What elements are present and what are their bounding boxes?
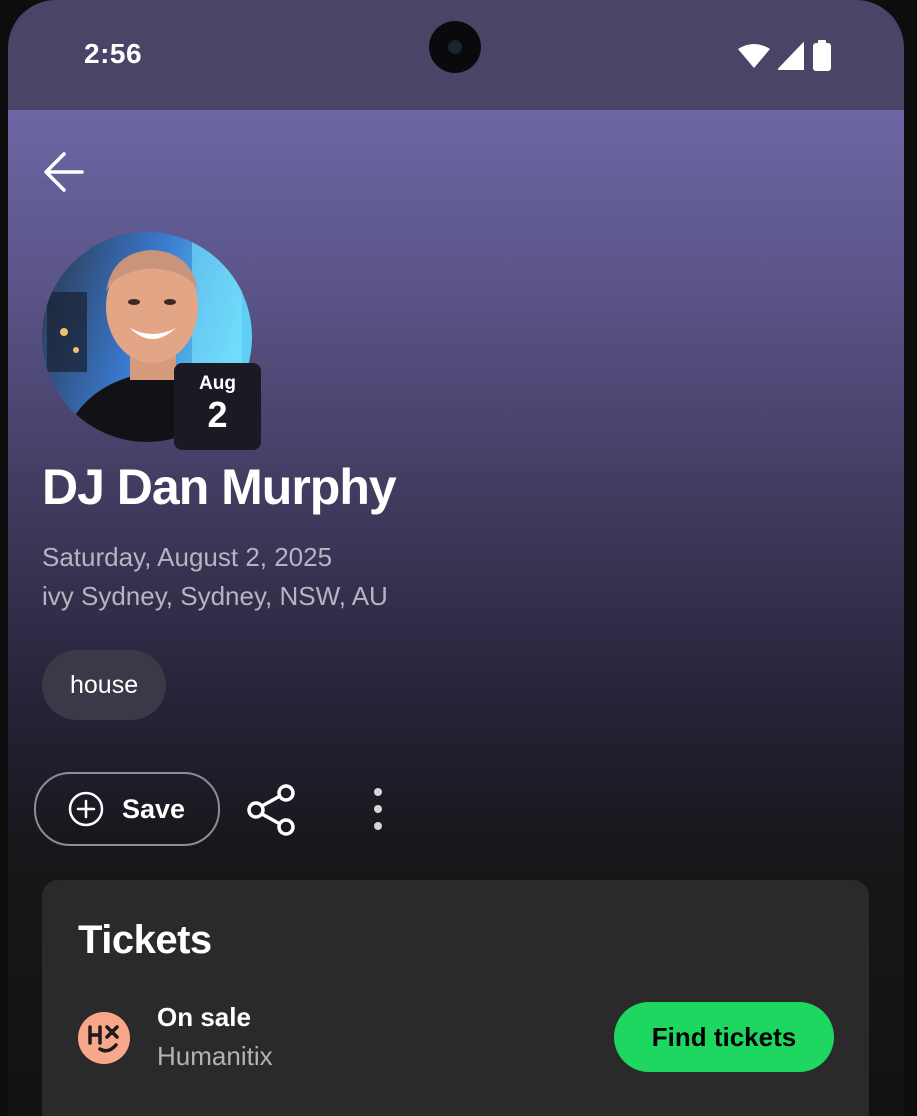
front-camera bbox=[429, 21, 481, 73]
date-badge-month: Aug bbox=[199, 373, 236, 394]
status-icons bbox=[738, 40, 832, 72]
wifi-icon bbox=[738, 44, 770, 68]
humanitix-logo bbox=[78, 1012, 130, 1064]
status-time: 2:56 bbox=[84, 38, 143, 69]
date-badge-day: 2 bbox=[207, 394, 228, 435]
share-icon bbox=[247, 784, 295, 836]
humanitix-logo-mark bbox=[88, 1025, 119, 1053]
cellular-signal-icon bbox=[778, 42, 804, 70]
save-label: Save bbox=[122, 793, 186, 824]
event-page: Aug 2 DJ Dan Murphy Saturday, August 2, … bbox=[8, 110, 904, 1116]
arrow-left-icon bbox=[44, 152, 84, 192]
save-button[interactable]: Save bbox=[34, 772, 220, 846]
battery-icon bbox=[813, 40, 831, 71]
event-title: DJ Dan Murphy bbox=[42, 459, 397, 515]
tickets-card: Tickets On sale Humanitix Find tickets bbox=[42, 880, 869, 1116]
tickets-heading: Tickets bbox=[78, 918, 212, 962]
share-button[interactable] bbox=[244, 782, 300, 838]
find-tickets-button[interactable]: Find tickets bbox=[614, 1002, 834, 1072]
more-vertical-icon bbox=[374, 788, 382, 830]
phone-screen: 2:56 Aug 2 DJ Dan Murphy Saturday, Augus… bbox=[8, 0, 904, 1116]
event-date: Saturday, August 2, 2025 bbox=[42, 542, 333, 572]
device-frame: 2:56 Aug 2 DJ Dan Murphy Saturday, Augus… bbox=[0, 0, 917, 1116]
status-bar: 2:56 bbox=[8, 0, 904, 110]
ticket-provider: Humanitix bbox=[157, 1041, 273, 1071]
date-badge: Aug 2 bbox=[174, 363, 261, 450]
back-button[interactable] bbox=[38, 146, 90, 198]
ticket-status: On sale bbox=[157, 1002, 251, 1032]
more-options-button[interactable] bbox=[358, 782, 398, 838]
event-venue[interactable]: ivy Sydney, Sydney, NSW, AU bbox=[42, 581, 388, 612]
genre-chip[interactable]: house bbox=[42, 650, 167, 720]
plus-circle-icon bbox=[68, 791, 104, 827]
